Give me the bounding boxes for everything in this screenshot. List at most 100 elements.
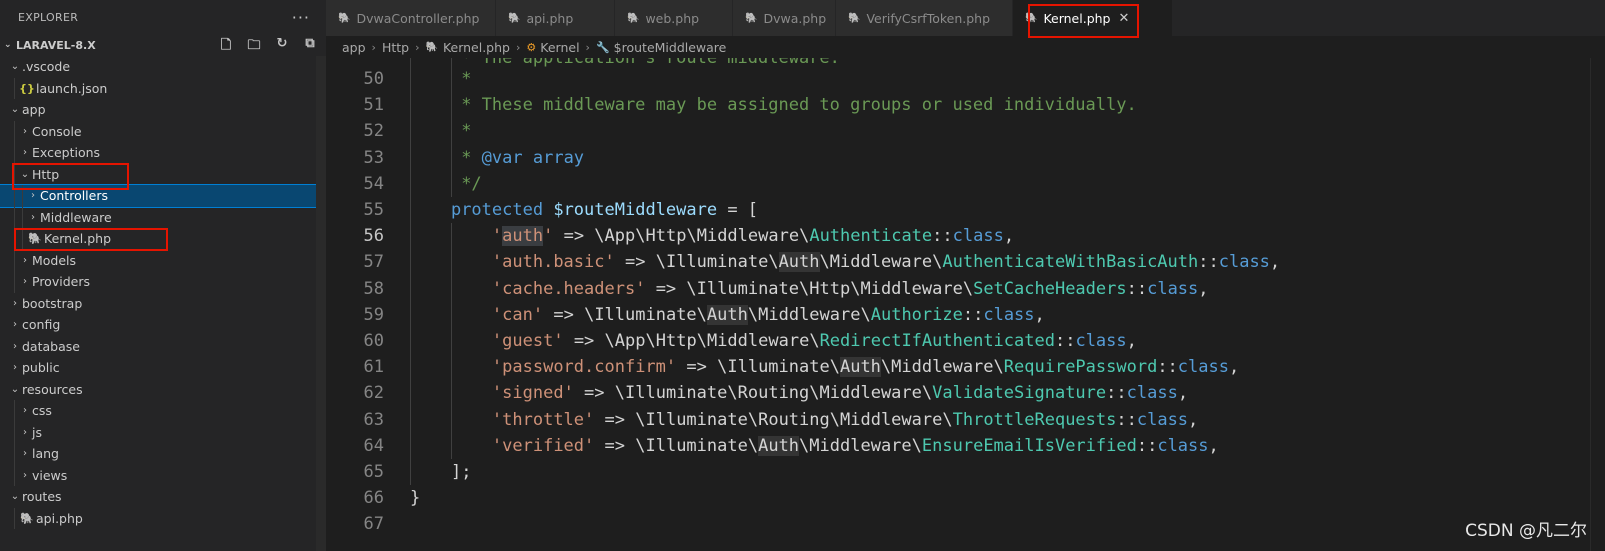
indent-guide: [22, 206, 23, 228]
close-icon[interactable]: ✕: [1119, 11, 1130, 26]
project-name: LARAVEL-8.X: [16, 38, 96, 52]
tree-item-http[interactable]: ⌄ Http: [0, 163, 326, 185]
tab-dvwacontroller-php[interactable]: 🐘 DvwaController.php: [326, 0, 496, 36]
line-number: 63: [363, 409, 384, 430]
chevron-right-icon: ›: [23, 426, 27, 438]
breadcrumb-kernel-class[interactable]: Kernel: [540, 40, 579, 55]
tree-item-app[interactable]: ⌄ app: [0, 99, 326, 121]
keyword-protected: protected: [450, 200, 544, 220]
indent-guide: [14, 77, 15, 99]
namespace-segment: Illuminate: [665, 252, 769, 273]
line-number: 56: [363, 226, 384, 247]
tree-item-api-php[interactable]: 🐘 api.php: [0, 507, 326, 529]
operator: = [: [717, 200, 759, 220]
tree-item-controllers[interactable]: › Controllers: [0, 184, 326, 208]
new-file-icon[interactable]: 🗋: [218, 36, 234, 58]
operator: ::: [1054, 331, 1076, 351]
chevron-right-icon: ›: [585, 40, 590, 54]
comment-text: *: [461, 121, 472, 142]
collapse-all-icon[interactable]: ⧉: [302, 36, 318, 58]
tree-item-console[interactable]: › Console: [0, 120, 326, 142]
string-quote: ': [543, 226, 554, 247]
middleware-key: password.confirm: [502, 357, 666, 378]
namespace-segment: Routing: [737, 383, 810, 404]
tree-item-lang[interactable]: › lang: [0, 443, 326, 465]
new-folder-icon[interactable]: 🗀: [246, 36, 262, 58]
keyword-class: class: [1136, 409, 1189, 430]
breadcrumb-route-middleware[interactable]: $routeMiddleware: [614, 40, 727, 55]
tree-item-resources[interactable]: ⌄ resources: [0, 379, 326, 401]
editor-scrollbar[interactable]: [1590, 58, 1605, 551]
file-tree: ⌄ .vscode{} launch.json ⌄ app › Console › Except…: [0, 56, 326, 529]
operator-arrow: =>: [676, 357, 718, 378]
chevron-right-icon: ›: [23, 448, 27, 460]
namespace-segment: Illuminate: [625, 383, 728, 404]
namespace-separator: \: [584, 304, 595, 325]
tree-item-label: Models: [32, 252, 77, 268]
operator: ::: [1136, 435, 1158, 456]
tree-item-database[interactable]: › database: [0, 336, 326, 358]
code-line: 58 'cache.headers' => \Illuminate\Http\M…: [326, 276, 1586, 302]
tree-item-exceptions[interactable]: › Exceptions: [0, 142, 326, 164]
tree-item-models[interactable]: › Models: [0, 249, 326, 271]
refresh-icon[interactable]: ↻: [274, 36, 290, 58]
string-quote: ': [491, 226, 503, 247]
tree-item-config[interactable]: › config: [0, 314, 326, 336]
tree-item-vscode[interactable]: ⌄ .vscode: [0, 56, 326, 78]
code-editor[interactable]: * The application's route middleware.50 …: [326, 58, 1605, 551]
ellipsis-icon[interactable]: ···: [292, 8, 310, 27]
namespace-separator: \: [819, 252, 830, 273]
tree-item-bootstrap[interactable]: › bootstrap: [0, 293, 326, 315]
line-number: 65: [363, 462, 384, 482]
middleware-key: verified: [502, 435, 585, 456]
chevron-right-icon: ›: [23, 147, 27, 159]
namespace-separator: \: [645, 331, 656, 351]
explorer-sidebar: EXPLORER ··· ⌄ LARAVEL-8.X 🗋 🗀 ↻ ⧉ ⌄ .vsc…: [0, 0, 326, 551]
namespace-segment: Illuminate: [645, 409, 748, 430]
tree-item-views[interactable]: › views: [0, 464, 326, 486]
tree-item-middleware[interactable]: › Middleware: [0, 206, 326, 228]
string-quote: ': [584, 435, 595, 456]
tree-item-label: Exceptions: [32, 145, 101, 161]
tab-verifycsrftoken-php[interactable]: 🐘 VerifyCsrfToken.php: [836, 0, 1013, 36]
tree-item-kernel-php[interactable]: 🐘 Kernel.php: [0, 228, 326, 250]
tree-item-public[interactable]: › public: [0, 357, 326, 379]
tree-item-css[interactable]: › css: [0, 400, 326, 422]
tab-api-php[interactable]: 🐘 api.php: [496, 0, 615, 36]
string-quote: ': [532, 304, 544, 325]
punctuation: ,: [1198, 278, 1209, 299]
namespace-segment: Middleware: [829, 252, 933, 273]
tree-item-providers[interactable]: › Providers: [0, 271, 326, 293]
sidebar-scrollbar[interactable]: [316, 56, 326, 551]
line-number: 52: [363, 121, 384, 142]
indent-guide: [14, 443, 15, 465]
comment-text: [410, 174, 461, 194]
tab-web-php[interactable]: 🐘 web.php: [615, 0, 733, 36]
operator: ::: [932, 226, 953, 247]
class-name: Authorize: [870, 304, 963, 325]
line-number: 54: [363, 173, 384, 194]
tree-item-js[interactable]: › js: [0, 421, 326, 443]
tree-item-label: config: [22, 317, 61, 333]
code-text: * These middleware may be assigned to gr…: [410, 92, 1137, 118]
php-file-icon: 🐘: [508, 12, 521, 24]
namespace-separator: \: [860, 304, 871, 325]
namespace-separator: \: [809, 383, 820, 404]
breadcrumb-http[interactable]: Http: [382, 40, 409, 55]
string-quote: ': [491, 252, 503, 273]
code-line: 61 'password.confirm' => \Illuminate\Aut…: [326, 354, 1586, 380]
tab-dvwa-php[interactable]: 🐘 Dvwa.php: [733, 0, 836, 36]
code-line: 62 'signed' => \Illuminate\Routing\Middl…: [326, 380, 1586, 406]
indent-guide: [22, 185, 23, 207]
comment-text: * These middleware may be assigned to gr…: [461, 95, 1137, 116]
namespace-separator: \: [829, 409, 840, 430]
project-root[interactable]: ⌄ LARAVEL-8.X 🗋 🗀 ↻ ⧉: [0, 34, 326, 56]
breadcrumb-app[interactable]: app: [342, 40, 366, 55]
tree-item-launch-json[interactable]: {} launch.json: [0, 77, 326, 99]
breadcrumb-kernel-file[interactable]: Kernel.php: [443, 40, 510, 55]
tree-item-routes[interactable]: ⌄ routes: [0, 486, 326, 508]
string-quote: ': [584, 409, 595, 430]
namespace-separator: \: [921, 383, 933, 404]
tab-kernel-php[interactable]: 🐘 Kernel.php ✕: [1013, 0, 1173, 36]
